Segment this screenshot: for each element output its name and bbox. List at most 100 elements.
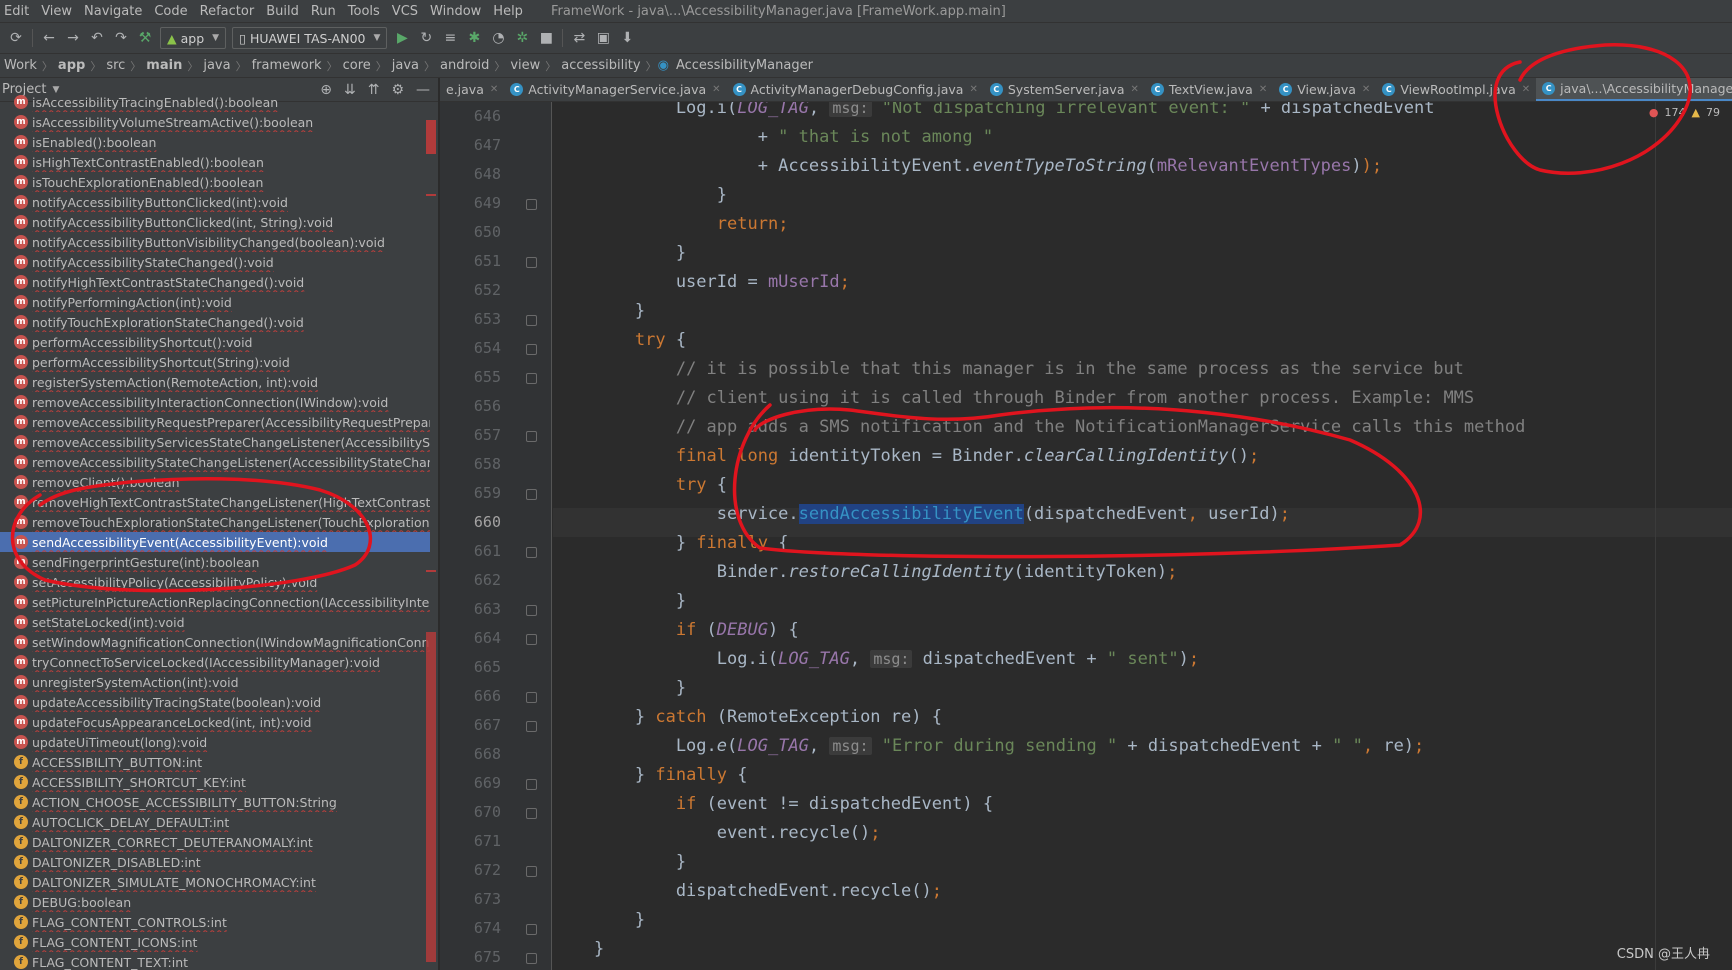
tree-item[interactable]: m notifyAccessibilityStateChanged():void xyxy=(0,252,430,272)
tree-item[interactable]: m isAccessibilityVolumeStreamActive():boo… xyxy=(0,112,430,132)
tree-item[interactable]: m setWindowMagnificationConnection(IWindo… xyxy=(0,632,430,652)
fold-marker-icon[interactable] xyxy=(526,257,537,268)
close-icon[interactable]: ✕ xyxy=(1259,84,1267,95)
tab-file[interactable]: C SystemServer.java ✕ xyxy=(984,78,1145,101)
tree-item[interactable]: m updateFocusAppearanceLocked(int, int):v… xyxy=(0,712,430,732)
tab-file[interactable]: Cjava\...\AccessibilityManager.java✕ xyxy=(1536,78,1732,101)
tree-item[interactable]: m performAccessibilityShortcut(String):vo… xyxy=(0,352,430,372)
tree-item[interactable]: m removeClient():boolean xyxy=(0,472,430,492)
build-hammer-icon[interactable]: ⚒ xyxy=(135,28,155,48)
breadcrumb-item[interactable]: core xyxy=(339,58,375,73)
fold-marker-icon[interactable] xyxy=(526,373,537,384)
breadcrumb-item[interactable]: main xyxy=(142,58,186,73)
tree-item[interactable]: m notifyPerformingAction(int):void xyxy=(0,292,430,312)
tab-file[interactable]: C ActivityManagerDebugConfig.java ✕ xyxy=(727,78,984,101)
tab-file[interactable]: C View.java ✕ xyxy=(1273,78,1376,101)
breadcrumb-item[interactable]: framework xyxy=(248,58,326,73)
close-icon[interactable]: ✕ xyxy=(490,84,498,95)
error-stripe[interactable] xyxy=(424,102,438,970)
tree-item[interactable]: m updateAccessibilityTracingState(boolean… xyxy=(0,692,430,712)
breadcrumb-item[interactable]: accessibility xyxy=(557,58,644,73)
stop-icon[interactable]: ■ xyxy=(536,28,556,48)
sync-icon[interactable]: ⟳ xyxy=(6,28,26,48)
menu-refactor[interactable]: Refactor xyxy=(194,4,261,19)
tree-item[interactable]: m isEnabled():boolean xyxy=(0,132,430,152)
fold-marker-icon[interactable] xyxy=(526,692,537,703)
tree-item[interactable]: f FLAG_CONTENT_ICONS:int xyxy=(0,932,430,952)
tree-item[interactable]: m removeTouchExplorationStateChangeListen… xyxy=(0,512,430,532)
tree-item[interactable]: m unregisterSystemAction(int):void xyxy=(0,672,430,692)
fold-marker-icon[interactable] xyxy=(526,779,537,790)
fold-marker-icon[interactable] xyxy=(526,199,537,210)
tree-item[interactable]: f DEBUG:boolean xyxy=(0,892,430,912)
back-arrow-icon[interactable]: ← xyxy=(39,28,59,48)
tree-item[interactable]: m updateUiTimeout(long):void xyxy=(0,732,430,752)
menu-run[interactable]: Run xyxy=(305,4,342,19)
tree-item[interactable]: m removeAccessibilityServicesStateChangeL… xyxy=(0,432,430,452)
fold-marker-icon[interactable] xyxy=(526,721,537,732)
close-icon[interactable]: ✕ xyxy=(1522,84,1530,95)
close-icon[interactable]: ✕ xyxy=(969,84,977,95)
tab-file[interactable]: C TextView.java ✕ xyxy=(1145,78,1273,101)
profile-icon[interactable]: ◔ xyxy=(488,28,508,48)
fold-marker-icon[interactable] xyxy=(526,315,537,326)
tree-item[interactable]: m notifyHighTextContrastStateChanged():vo… xyxy=(0,272,430,292)
fold-marker-icon[interactable] xyxy=(526,431,537,442)
tree-item[interactable]: m isHighTextContrastEnabled():boolean xyxy=(0,152,430,172)
tree-item[interactable]: m notifyAccessibilityButtonClicked(int, S… xyxy=(0,212,430,232)
close-icon[interactable]: ✕ xyxy=(1130,84,1138,95)
tree-item[interactable]: m setStateLocked(int):void xyxy=(0,612,430,632)
fold-marker-icon[interactable] xyxy=(526,634,537,645)
tree-item[interactable]: f DALTONIZER_CORRECT_DEUTERANOMALY:int xyxy=(0,832,430,852)
tree-item[interactable]: m notifyAccessibilityButtonVisibilityChan… xyxy=(0,232,430,252)
rerun-icon[interactable]: ↻ xyxy=(416,28,436,48)
tab-file[interactable]: e.java ✕ xyxy=(440,78,504,101)
tree-item[interactable]: m performAccessibilityShortcut():void xyxy=(0,332,430,352)
breadcrumb-item[interactable]: app xyxy=(54,58,89,73)
tree-item[interactable]: m isAccessibilityTracingEnabled():boolean xyxy=(0,92,430,112)
problems-indicator[interactable]: ● 174 ▲ 79 xyxy=(1649,106,1720,119)
tree-item[interactable]: f FLAG_CONTENT_CONTROLS:int xyxy=(0,912,430,932)
breadcrumb-item[interactable]: view xyxy=(506,58,544,73)
menu-build[interactable]: Build xyxy=(260,4,305,19)
tree-item[interactable]: f ACCESSIBILITY_BUTTON:int xyxy=(0,752,430,772)
tree-item[interactable]: m notifyAccessibilityButtonClicked(int):v… xyxy=(0,192,430,212)
fold-marker-icon[interactable] xyxy=(526,924,537,935)
forward-arrow-icon[interactable]: → xyxy=(63,28,83,48)
menu-navigate[interactable]: Navigate xyxy=(78,4,148,19)
menu-edit[interactable]: Edit xyxy=(0,4,35,19)
tree-item[interactable]: m removeAccessibilityRequestPreparer(Acce… xyxy=(0,412,430,432)
tree-item[interactable]: f ACCESSIBILITY_SHORTCUT_KEY:int xyxy=(0,772,430,792)
debug-icon[interactable]: ✱ xyxy=(464,28,484,48)
redo-icon[interactable]: ↷ xyxy=(111,28,131,48)
run-config-select[interactable]: ▲ app ▼ xyxy=(160,27,227,49)
error-mark[interactable] xyxy=(426,632,436,962)
tree-item[interactable]: m removeAccessibilityStateChangeListener(… xyxy=(0,452,430,472)
breadcrumb-item[interactable]: Work xyxy=(0,58,41,73)
tree-item[interactable]: m setAccessibilityPolicy(AccessibilityPol… xyxy=(0,572,430,592)
fold-marker-icon[interactable] xyxy=(526,808,537,819)
error-mark[interactable] xyxy=(426,570,436,572)
tab-file[interactable]: C ActivityManagerService.java ✕ xyxy=(504,78,726,101)
tree-item[interactable]: m sendAccessibilityEvent(AccessibilityEve… xyxy=(0,532,430,552)
menu-help[interactable]: Help xyxy=(487,4,529,19)
menu-code[interactable]: Code xyxy=(148,4,193,19)
tree-item[interactable]: f AUTOCLICK_DELAY_DEFAULT:int xyxy=(0,812,430,832)
tree-item[interactable]: f DALTONIZER_SIMULATE_MONOCHROMACY:int xyxy=(0,872,430,892)
menu-view[interactable]: View xyxy=(35,4,78,19)
tree-item[interactable]: f FLAG_CONTENT_TEXT:int xyxy=(0,952,430,970)
close-icon[interactable]: ✕ xyxy=(1362,84,1370,95)
breadcrumb-item[interactable]: java xyxy=(199,58,234,73)
tree-item[interactable]: m tryConnectToServiceLocked(IAccessibilit… xyxy=(0,652,430,672)
breadcrumb-item[interactable]: java xyxy=(388,58,423,73)
tree-item[interactable]: m notifyTouchExplorationStateChanged():vo… xyxy=(0,312,430,332)
error-mark[interactable] xyxy=(426,194,436,196)
fold-marker-icon[interactable] xyxy=(526,489,537,500)
menu-tools[interactable]: Tools xyxy=(342,4,386,19)
menu-vcs[interactable]: VCS xyxy=(386,4,424,19)
tree-item[interactable]: f DALTONIZER_DISABLED:int xyxy=(0,852,430,872)
close-icon[interactable]: ✕ xyxy=(712,84,720,95)
fold-marker-icon[interactable] xyxy=(526,344,537,355)
sdk-manager-icon[interactable]: ⬇ xyxy=(617,28,637,48)
fold-marker-icon[interactable] xyxy=(526,605,537,616)
